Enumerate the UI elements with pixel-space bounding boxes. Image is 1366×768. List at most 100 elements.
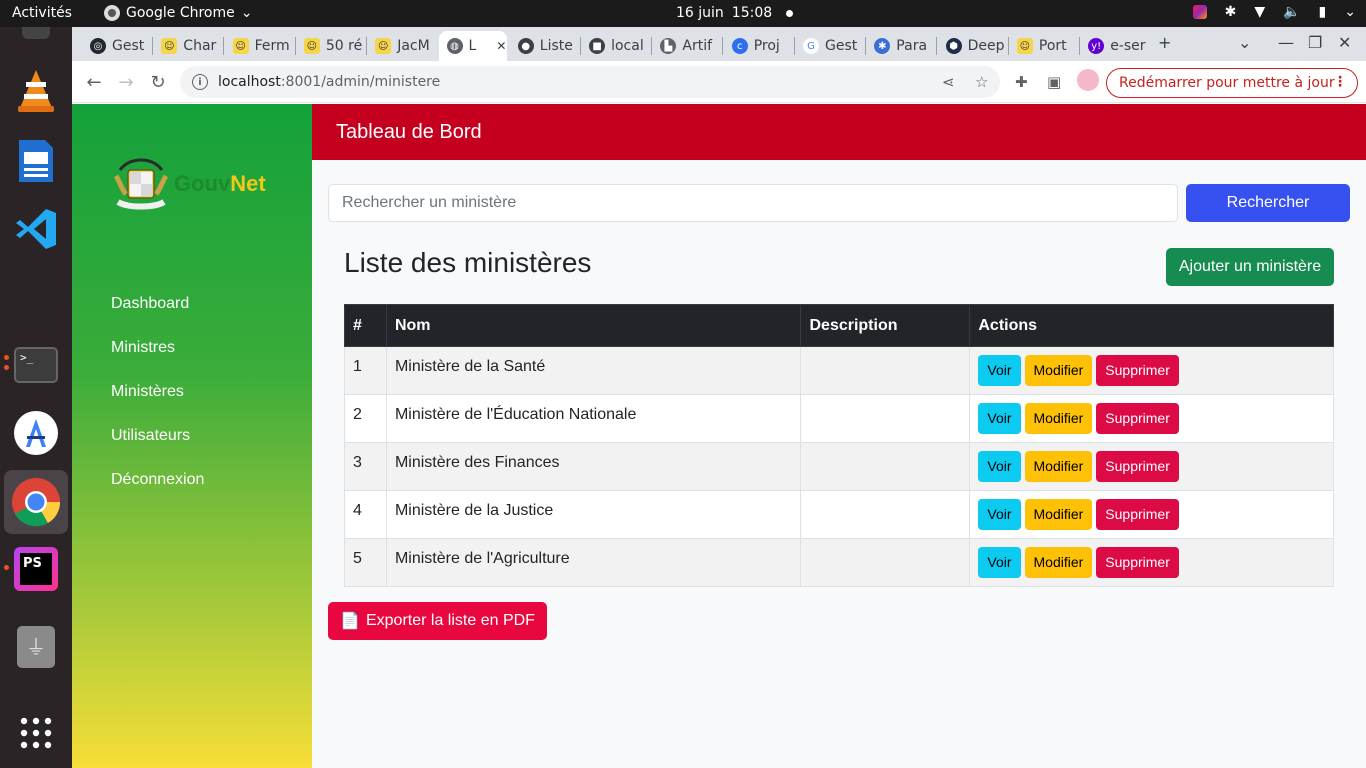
usb-drive-icon[interactable]: ⏚ — [12, 623, 60, 671]
dot-icon: ● — [517, 38, 534, 54]
new-tab-button[interactable]: + — [1158, 33, 1171, 52]
table-row: 2 Ministère de l'Éducation Nationale Voir M… — [344, 394, 1334, 443]
tab-search-button[interactable]: ⌄ — [1238, 33, 1251, 52]
close-tab-icon[interactable]: ✕ — [496, 39, 506, 53]
vlc-icon[interactable] — [12, 67, 60, 115]
side-panel-icon[interactable]: ▣ — [1047, 73, 1061, 91]
vscode-icon[interactable] — [12, 205, 60, 253]
voir-button[interactable]: Voir — [978, 355, 1021, 386]
bookmark-star-icon[interactable]: ☆ — [975, 73, 988, 91]
sidebar-link-ministres[interactable]: Ministres — [111, 339, 175, 357]
tab-label: Deep — [967, 38, 1004, 54]
chevron-down-icon: ⌄ — [240, 5, 253, 21]
minimize-button[interactable]: — — [1278, 33, 1294, 52]
browser-tab[interactable]: y! e-ser — [1080, 31, 1146, 61]
cell-actions: Voir Modifier Supprimer — [969, 346, 1334, 395]
url-path: :8001/admin/ministere — [280, 74, 441, 90]
modifier-button[interactable]: Modifier — [1024, 403, 1093, 434]
forward-button[interactable]: → — [114, 70, 138, 94]
more-menu-icon[interactable]: ⋮ — [1333, 74, 1347, 90]
clock-time: 15:08 — [731, 5, 773, 21]
logo[interactable]: GouvNet — [112, 156, 266, 212]
terminal-icon[interactable]: >_ — [12, 341, 60, 389]
modifier-button[interactable]: Modifier — [1024, 499, 1093, 530]
emoji-icon: ☺ — [303, 38, 320, 54]
profile-avatar[interactable] — [1077, 69, 1099, 91]
supprimer-button[interactable]: Supprimer — [1096, 451, 1179, 482]
browser-tab[interactable]: c Proj — [724, 31, 790, 61]
browser-tab[interactable]: ▙ Artif — [652, 31, 718, 61]
modifier-button[interactable]: Modifier — [1024, 451, 1093, 482]
voir-button[interactable]: Voir — [978, 547, 1021, 578]
column-header-id: # — [344, 304, 387, 347]
sidebar-link-deconnexion[interactable]: Déconnexion — [111, 471, 204, 489]
battery-icon[interactable]: ▮ — [1319, 4, 1327, 20]
phpstorm-icon[interactable]: PS — [12, 545, 60, 593]
search-input[interactable] — [328, 184, 1178, 222]
gnome-top-bar: Activités Google Chrome ⌄ 16 juin 15:08 … — [0, 0, 1366, 27]
supprimer-button[interactable]: Supprimer — [1096, 547, 1179, 578]
wifi-icon[interactable]: ▼ — [1254, 4, 1265, 20]
chevron-down-icon[interactable]: ⌄ — [1344, 4, 1356, 20]
cell-actions: Voir Modifier Supprimer — [969, 490, 1334, 539]
close-window-button[interactable]: ✕ — [1338, 33, 1351, 52]
browser-tab[interactable]: ⬢ Deep — [938, 31, 1004, 61]
export-pdf-button[interactable]: 📄 Exporter la liste en PDF — [328, 602, 547, 640]
supprimer-button[interactable]: Supprimer — [1096, 355, 1179, 386]
browser-tab[interactable]: ☺ Ferm — [225, 31, 291, 61]
browser-tab[interactable]: ☺ 50 ré — [296, 31, 362, 61]
browser-tab[interactable]: ☺ Port — [1009, 31, 1075, 61]
cell-description — [800, 442, 971, 491]
sidebar-link-utilisateurs[interactable]: Utilisateurs — [111, 427, 190, 445]
chrome-dock-icon[interactable] — [4, 470, 68, 534]
android-studio-icon[interactable] — [12, 409, 60, 457]
voir-button[interactable]: Voir — [978, 499, 1021, 530]
tab-strip: ◎ Gest ☺ Char ☺ Ferm ☺ 50 ré ☺ JacM ◍ L ✕ ● Liste ■ loca… — [72, 27, 1366, 61]
relaunch-update-button[interactable]: Redémarrer pour mettre à jour ⋮ — [1106, 68, 1358, 98]
browser-tab[interactable]: ◎ Gest — [82, 31, 148, 61]
slack-icon[interactable]: ✱ — [1225, 4, 1237, 20]
browser-tab[interactable]: ◍ L ✕ — [438, 31, 507, 61]
chrome-icon — [104, 5, 120, 21]
browser-tab[interactable]: ● Liste — [510, 31, 576, 61]
supprimer-button[interactable]: Supprimer — [1096, 403, 1179, 434]
terminal-window-icon[interactable] — [12, 21, 60, 45]
maximize-button[interactable]: ❐ — [1308, 33, 1322, 52]
modifier-button[interactable]: Modifier — [1024, 355, 1093, 386]
brand-part2: Net — [230, 171, 266, 196]
browser-tab[interactable]: G Gest — [795, 31, 861, 61]
voir-button[interactable]: Voir — [978, 451, 1021, 482]
browser-tab[interactable]: ✱ Para — [866, 31, 932, 61]
system-tray[interactable]: ✱ ▼ 🔈 ▮ ⌄ — [1192, 4, 1356, 20]
sidebar-link-ministeres[interactable]: Ministères — [111, 383, 184, 401]
supprimer-button[interactable]: Supprimer — [1096, 499, 1179, 530]
cell-id: 5 — [344, 538, 387, 587]
share-icon[interactable]: ⋖ — [942, 73, 955, 91]
modifier-button[interactable]: Modifier — [1024, 547, 1093, 578]
activities-button[interactable]: Activités — [12, 5, 72, 21]
export-pdf-label: Exporter la liste en PDF — [365, 612, 535, 629]
emoji-icon: ☺ — [232, 38, 249, 54]
browser-tab[interactable]: ■ local — [581, 31, 647, 61]
volume-icon[interactable]: 🔈 — [1283, 4, 1300, 20]
app-menu[interactable]: Google Chrome ⌄ — [104, 5, 252, 21]
search-button[interactable]: Rechercher — [1186, 184, 1350, 222]
table-row: 4 Ministère de la Justice Voir Modifier Supp… — [344, 490, 1334, 539]
app-indicator-icon[interactable] — [1192, 5, 1207, 19]
app-grid-icon[interactable] — [12, 709, 60, 757]
voir-button[interactable]: Voir — [978, 403, 1021, 434]
address-bar[interactable]: i localhost:8001/admin/ministere — [180, 66, 1000, 98]
google-icon: G — [803, 38, 819, 54]
column-header-actions: Actions — [969, 304, 1334, 347]
libreoffice-writer-icon[interactable] — [12, 137, 60, 185]
add-ministere-button[interactable]: Ajouter un ministère — [1166, 248, 1334, 286]
extensions-icon[interactable]: ✚ — [1015, 73, 1028, 91]
cell-id: 2 — [344, 394, 387, 443]
browser-tab[interactable]: ☺ JacM — [367, 31, 433, 61]
browser-tab[interactable]: ☺ Char — [153, 31, 219, 61]
site-info-icon[interactable]: i — [192, 74, 208, 90]
back-button[interactable]: ← — [82, 70, 106, 94]
clock[interactable]: 16 juin 15:08 — [676, 5, 794, 21]
reload-button[interactable]: ↻ — [146, 70, 170, 94]
sidebar-link-dashboard[interactable]: Dashboard — [111, 295, 189, 313]
